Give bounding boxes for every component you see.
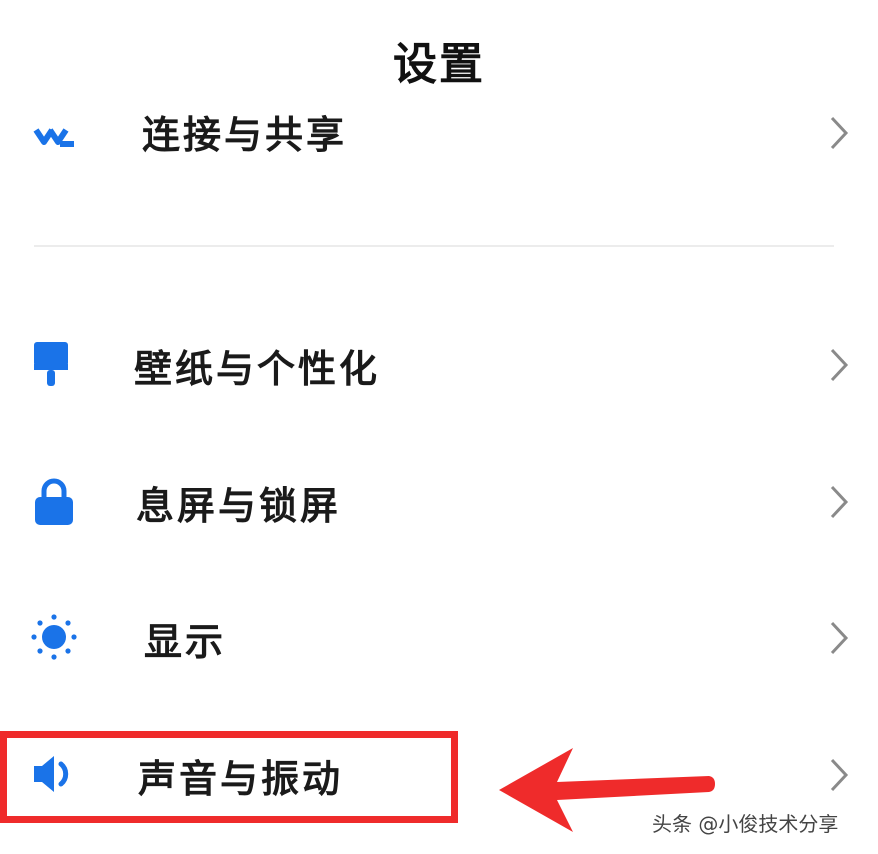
settings-item-connection-share[interactable]: 连接与共享 [0, 96, 878, 166]
settings-item-display[interactable]: 显示 [0, 597, 878, 677]
watermark-text: 头条 @小俊技术分享 [652, 812, 839, 836]
chevron-right-icon [826, 346, 852, 384]
section-divider [34, 245, 834, 247]
page-title: 设置 [393, 39, 485, 90]
settings-item-label: 壁纸与个性化 [134, 347, 381, 391]
highlight-box [0, 731, 458, 823]
chevron-right-icon [826, 114, 852, 152]
settings-item-label: 显示 [144, 620, 227, 664]
settings-item-wallpaper-personalization[interactable]: 壁纸与个性化 [0, 324, 878, 404]
connection-share-icon [30, 110, 78, 158]
chevron-right-icon [826, 619, 852, 657]
lock-icon [30, 477, 78, 525]
settings-item-label: 息屏与锁屏 [136, 484, 342, 528]
settings-list-top-clip: 连接与共享 [0, 96, 878, 166]
sun-brightness-icon [30, 613, 78, 661]
paint-brush-icon [30, 340, 78, 388]
settings-item-label: 连接与共享 [142, 113, 348, 157]
chevron-right-icon [826, 756, 852, 794]
settings-item-screen-lock[interactable]: 息屏与锁屏 [0, 461, 878, 541]
chevron-right-icon [826, 483, 852, 521]
